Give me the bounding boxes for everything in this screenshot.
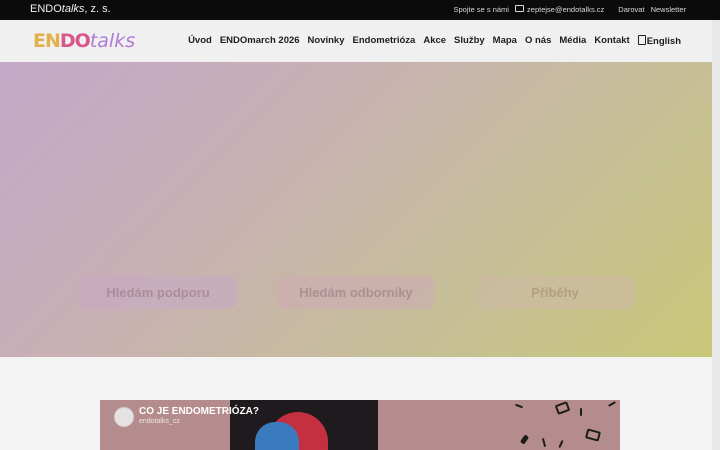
stories-button[interactable]: Příběhy	[476, 276, 634, 309]
nav-item-o-nas[interactable]: O nás	[525, 35, 551, 47]
language-switch[interactable]: English	[637, 35, 681, 47]
organization-name: ENDOtalks, z. s.	[30, 3, 111, 15]
newsletter-link[interactable]: Newsletter	[651, 5, 686, 14]
language-label: English	[646, 36, 681, 47]
nav-item-novinky[interactable]: Novinky	[308, 35, 345, 47]
find-experts-button[interactable]: Hledám odborníky	[277, 276, 435, 309]
page-scrollbar[interactable]	[712, 20, 720, 450]
channel-avatar[interactable]	[114, 407, 134, 427]
confetti-decoration	[584, 428, 602, 442]
main-navigation: ENDOtalks Úvod ENDOmarch 2026 Novinky En…	[0, 20, 712, 63]
video-channel[interactable]: endotalks_cz	[139, 418, 180, 425]
video-title[interactable]: CO JE ENDOMETRIÓZA?	[139, 406, 259, 417]
email-link[interactable]: zeptejse@endotalks.cz	[514, 5, 605, 14]
site-logo[interactable]: ENDOtalks	[33, 30, 135, 52]
top-bar: ENDOtalks, z. s. Spojte se s námi zeptej…	[0, 0, 720, 20]
confetti-decoration	[558, 439, 564, 449]
nav-item-kontakt[interactable]: Kontakt	[594, 35, 629, 47]
nav-item-media[interactable]: Média	[559, 35, 586, 47]
donate-link[interactable]: Darovat	[618, 5, 644, 14]
org-name-suffix: , z. s.	[84, 3, 111, 15]
find-support-button[interactable]: Hledám podporu	[79, 276, 237, 309]
confetti-decoration	[541, 437, 547, 448]
confetti-decoration	[519, 434, 530, 445]
top-bar-links: Spojte se s námi zeptejse@endotalks.cz D…	[453, 5, 686, 14]
language-icon	[637, 35, 646, 45]
contact-label: Spojte se s námi	[453, 5, 509, 14]
mail-icon	[514, 5, 524, 12]
thumbnail-blue-shape	[255, 422, 299, 450]
confetti-decoration	[514, 403, 524, 409]
nav-item-akce[interactable]: Akce	[423, 35, 446, 47]
hero-banner: Hledám podporu Hledám odborníky Příběhy	[0, 62, 712, 357]
nav-item-sluzby[interactable]: Služby	[454, 35, 485, 47]
logo-part-1: EN	[33, 30, 61, 52]
nav-item-endomarch[interactable]: ENDOmarch 2026	[220, 35, 300, 47]
logo-part-3: talks	[89, 30, 136, 52]
confetti-decoration	[580, 408, 582, 416]
nav-item-endometrioza[interactable]: Endometrióza	[353, 35, 416, 47]
nav-menu: Úvod ENDOmarch 2026 Novinky Endometrióza…	[188, 35, 681, 47]
email-text: zeptejse@endotalks.cz	[527, 5, 605, 14]
confetti-decoration	[608, 401, 616, 407]
video-embed[interactable]: CO JE ENDOMETRIÓZA? endotalks_cz	[100, 400, 620, 450]
org-name-prefix: ENDO	[30, 3, 62, 15]
confetti-decoration	[554, 401, 571, 415]
org-name-italic: talks	[61, 3, 85, 15]
logo-part-2: DO	[59, 30, 91, 52]
nav-item-uvod[interactable]: Úvod	[188, 35, 212, 47]
nav-item-mapa[interactable]: Mapa	[493, 35, 517, 47]
